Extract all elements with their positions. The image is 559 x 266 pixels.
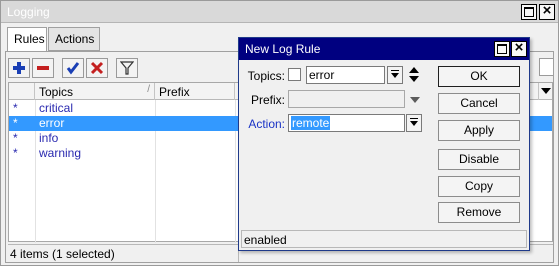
disable-button[interactable] [86,58,108,78]
window-titlebar[interactable]: Logging × [1,1,558,23]
chevron-down-icon [410,121,418,126]
rule-status: enabled [244,233,287,247]
column-prefix[interactable]: Prefix [155,83,235,100]
row-flag: * [13,146,18,160]
maximize-button[interactable] [521,4,537,20]
filter-icon [120,61,134,75]
dialog-close-button[interactable]: × [511,39,527,57]
cancel-button[interactable]: Cancel [438,93,520,114]
enable-icon [66,62,80,75]
action-label: Action: [248,117,285,131]
maximize-icon [497,44,507,54]
row-topic: error [39,116,65,130]
remove-button[interactable] [32,58,54,78]
add-icon [13,62,25,74]
dialog-title: New Log Rule [245,42,321,56]
row-topic: info [39,131,59,145]
copy-button[interactable]: Copy [438,176,520,197]
prefix-label: Prefix: [250,93,285,107]
disable-button[interactable]: Disable [438,149,520,170]
prefix-dropdown-icon[interactable] [410,97,420,103]
find-input[interactable] [539,58,553,76]
filter-button[interactable] [116,58,138,78]
column-chooser-button[interactable] [538,83,552,100]
action-value: remote [291,116,331,130]
column-flag[interactable] [9,83,35,100]
chevron-down-icon [391,73,399,78]
close-button[interactable]: × [539,2,555,20]
window-title: Logging [7,5,50,19]
remove-icon [37,66,49,70]
topics-field[interactable]: error [306,66,385,84]
prefix-field[interactable] [288,90,405,108]
topics-dropdown-button[interactable] [387,66,403,84]
close-icon: × [514,39,524,56]
ok-button[interactable]: OK [438,66,520,87]
column-resize-icon: / [147,84,150,95]
row-topic: warning [39,146,82,160]
row-topic: critical [39,101,74,115]
tab-actions[interactable]: Actions [48,27,100,51]
new-log-rule-dialog: New Log Rule × Topics: error Prefix: Act… [238,37,530,251]
dialog-titlebar[interactable]: New Log Rule × [239,38,529,60]
disable-icon [90,61,104,75]
row-flag: * [13,116,18,130]
apply-button[interactable]: Apply [438,120,520,141]
column-topics-label: Topics [39,85,74,99]
dropdown-bar-icon [391,70,399,71]
topics-negate-checkbox[interactable] [288,68,301,81]
close-icon: × [542,2,552,19]
topics-add-remove-arrows[interactable] [408,66,420,84]
tab-rules[interactable]: Rules [7,27,47,52]
add-button[interactable] [8,58,30,78]
arrow-up-icon [409,67,419,73]
dropdown-bar-icon [410,118,418,119]
maximize-icon [524,7,534,17]
dialog-maximize-button[interactable] [494,41,510,57]
arrow-down-icon [409,76,419,82]
column-topics[interactable]: Topics / [35,83,155,100]
dialog-status-bar: enabled [241,230,527,248]
enable-button[interactable] [62,58,84,78]
remove-button[interactable]: Remove [438,202,520,223]
topics-label: Topics: [247,69,285,83]
action-dropdown-button[interactable] [406,114,422,132]
action-select[interactable]: remote [288,114,405,132]
row-flag: * [13,131,18,145]
row-flag: * [13,101,18,115]
item-count: 4 items (1 selected) [10,247,115,261]
column-prefix-label: Prefix [159,85,190,99]
chevron-down-icon [541,88,551,94]
